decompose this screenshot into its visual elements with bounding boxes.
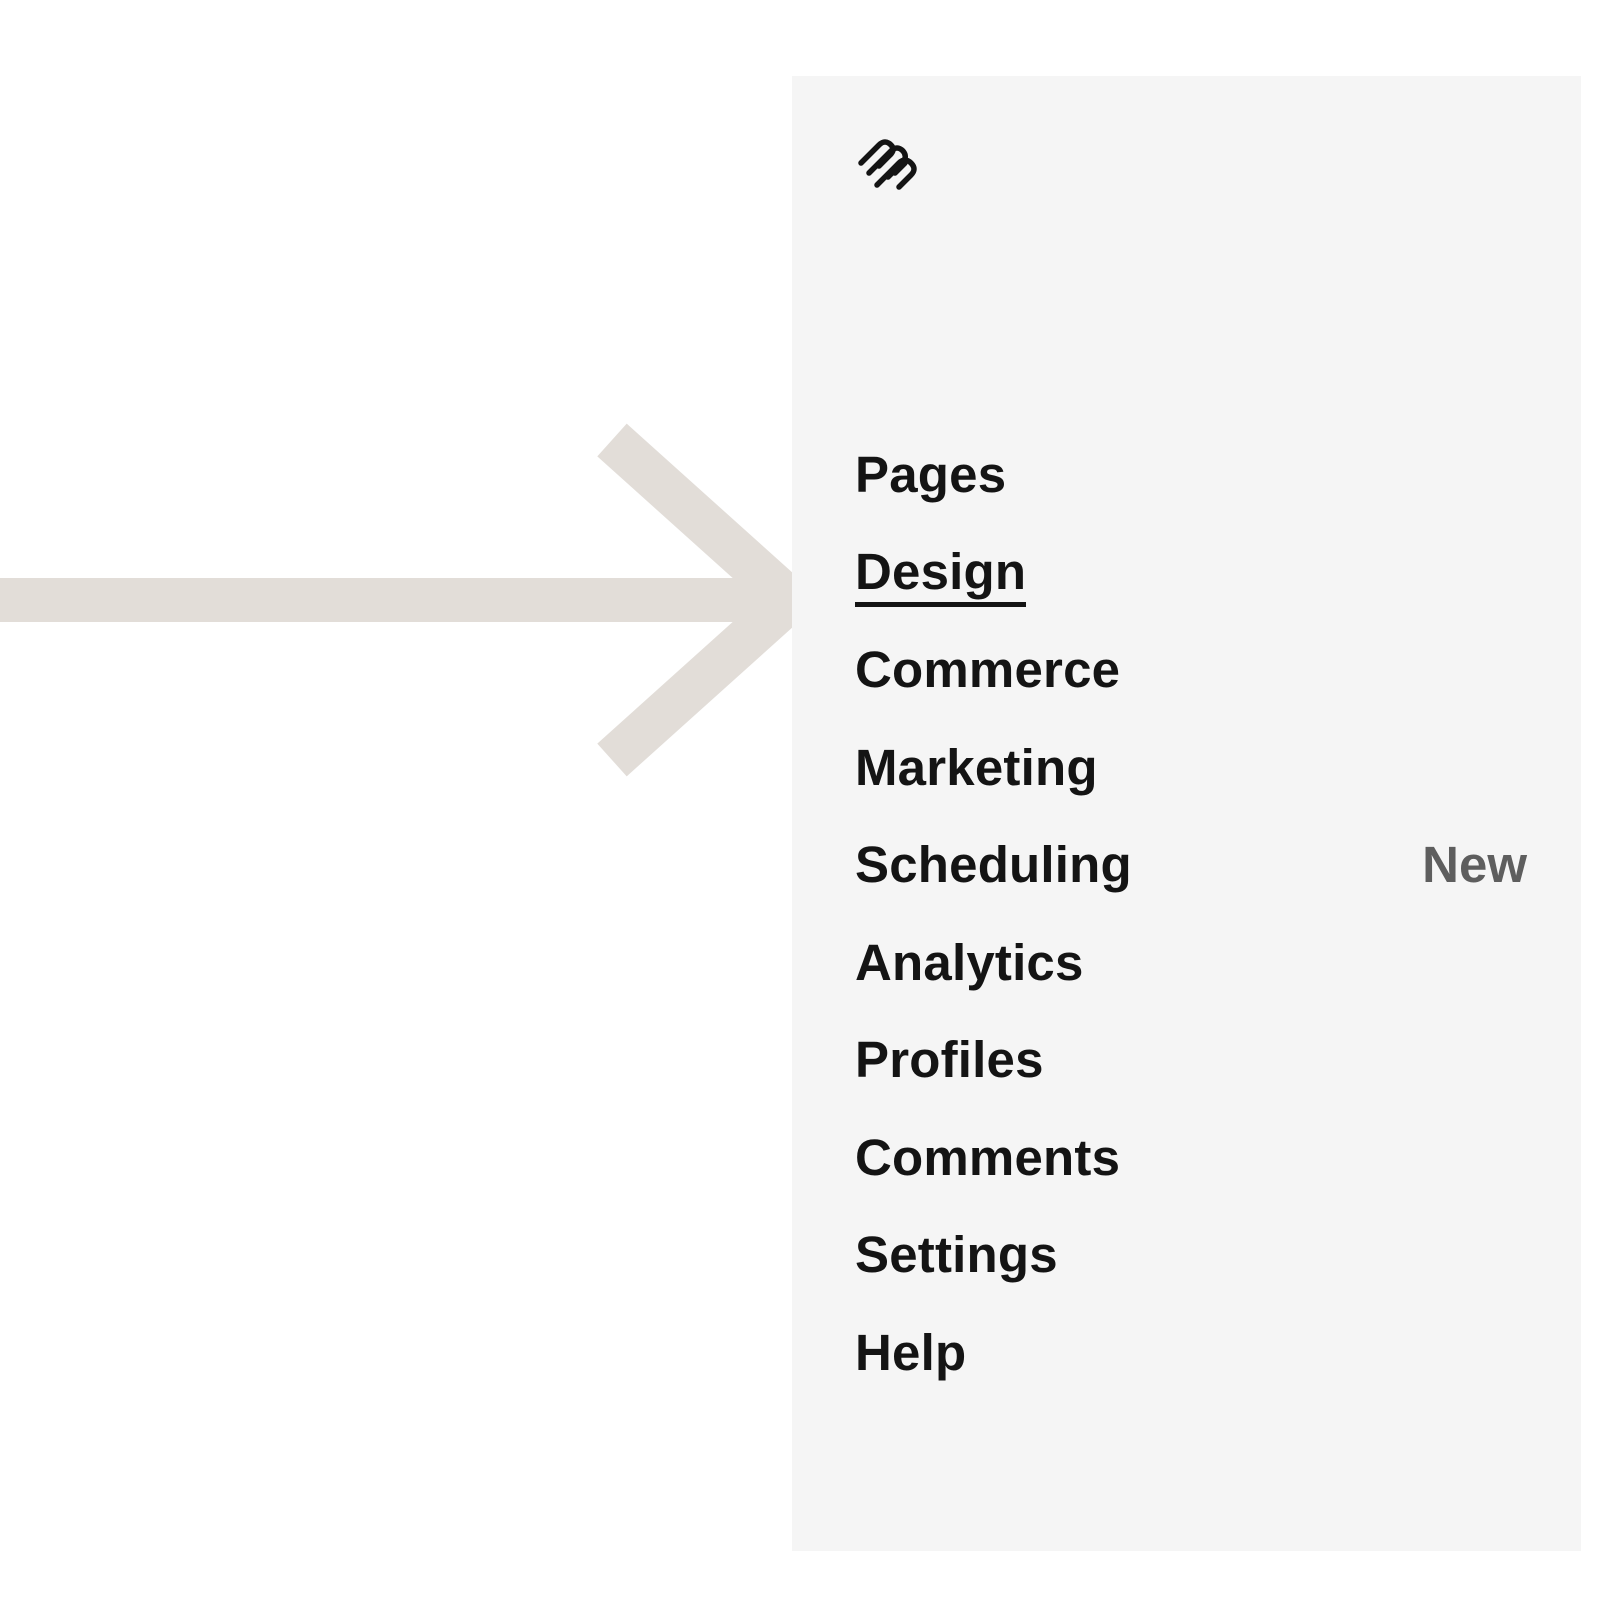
sidebar-item-label: Settings <box>855 1226 1058 1283</box>
sidebar-nav: Pages Design Commerce Marketing Scheduli… <box>855 444 1527 1419</box>
sidebar-item-profiles[interactable]: Profiles <box>855 1029 1527 1127</box>
sidebar-item-design[interactable]: Design <box>855 542 1527 640</box>
new-badge: New <box>1422 836 1527 893</box>
squarespace-logo-icon[interactable] <box>855 133 925 195</box>
sidebar-item-comments[interactable]: Comments <box>855 1127 1527 1225</box>
sidebar-item-label: Design <box>855 542 1027 607</box>
sidebar-item-label: Scheduling <box>855 836 1132 893</box>
sidebar-item-label: Comments <box>855 1128 1121 1186</box>
sidebar-item-label: Pages <box>855 446 1007 503</box>
sidebar-item-commerce[interactable]: Commerce <box>855 639 1527 737</box>
sidebar-item-label: Commerce <box>855 641 1121 698</box>
sidebar-item-label: Analytics <box>855 933 1084 991</box>
page-canvas: Pages Design Commerce Marketing Scheduli… <box>0 0 1620 1620</box>
sidebar-item-label: Marketing <box>855 738 1098 796</box>
sidebar-item-pages[interactable]: Pages <box>855 444 1527 542</box>
sidebar-item-label: Profiles <box>855 1031 1044 1088</box>
sidebar-panel: Pages Design Commerce Marketing Scheduli… <box>792 76 1581 1551</box>
sidebar-item-analytics[interactable]: Analytics <box>855 932 1527 1030</box>
sidebar-item-help[interactable]: Help <box>855 1322 1527 1420</box>
sidebar-item-scheduling[interactable]: Scheduling New <box>855 834 1527 932</box>
sidebar-item-label: Help <box>855 1323 967 1381</box>
sidebar-item-settings[interactable]: Settings <box>855 1224 1527 1322</box>
sidebar-item-marketing[interactable]: Marketing <box>855 737 1527 835</box>
